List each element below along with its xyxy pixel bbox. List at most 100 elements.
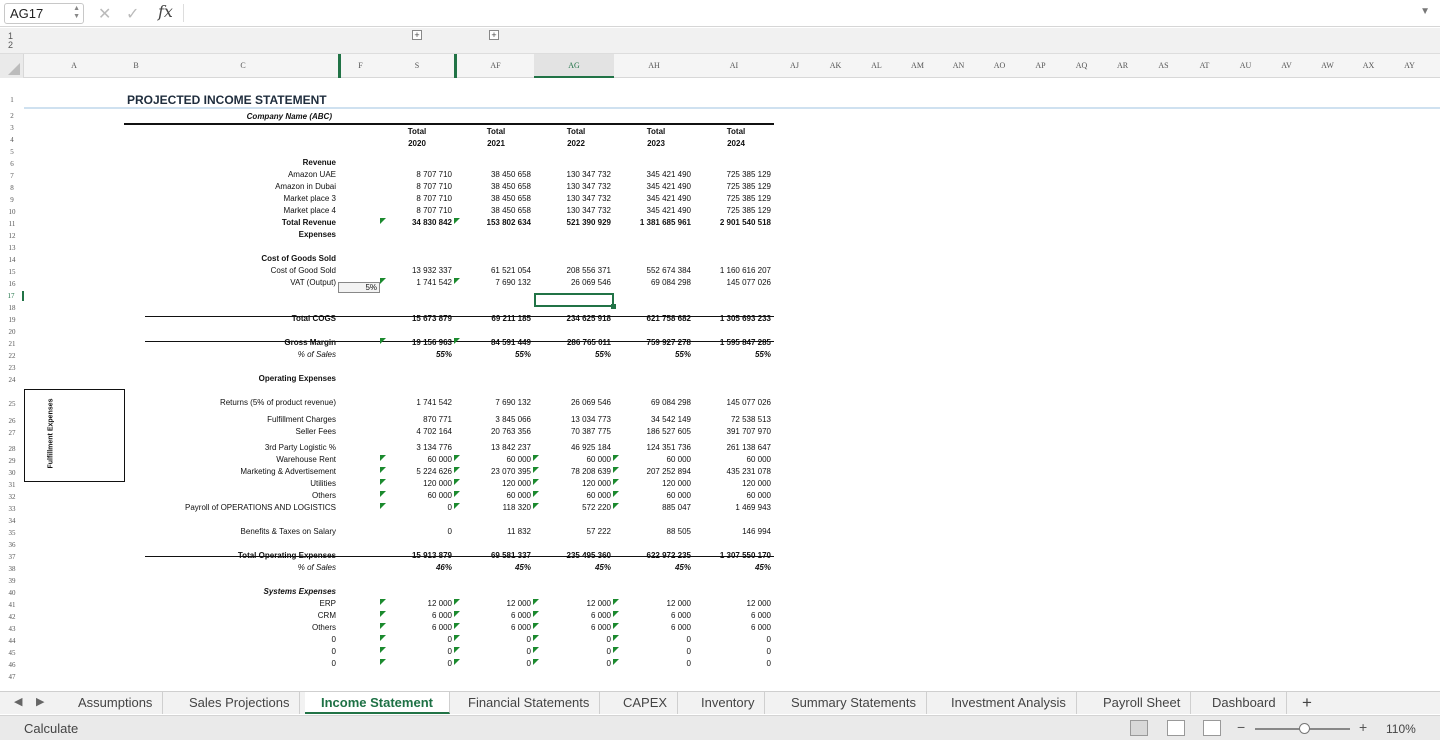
row-header[interactable]: 25 bbox=[0, 399, 24, 409]
value-cell[interactable]: 0 bbox=[376, 527, 452, 537]
value-cell[interactable]: 38 450 658 bbox=[455, 182, 531, 192]
row-header[interactable]: 19 bbox=[0, 315, 24, 325]
row-header[interactable]: 27 bbox=[0, 428, 24, 438]
value-cell[interactable]: 345 421 490 bbox=[615, 170, 692, 180]
row-header[interactable]: 30 bbox=[0, 468, 24, 478]
value-cell[interactable]: 45% bbox=[455, 563, 531, 573]
column-header[interactable]: AM bbox=[897, 54, 938, 78]
row-header[interactable]: 31 bbox=[0, 480, 24, 490]
error-indicator-icon[interactable] bbox=[380, 599, 386, 605]
error-indicator-icon[interactable] bbox=[613, 611, 619, 617]
error-indicator-icon[interactable] bbox=[380, 278, 386, 284]
value-cell[interactable]: 23 070 395 bbox=[455, 467, 531, 477]
error-indicator-icon[interactable] bbox=[380, 611, 386, 617]
value-cell[interactable]: 130 347 732 bbox=[535, 206, 612, 216]
column-header[interactable]: C bbox=[148, 54, 338, 78]
value-cell[interactable]: 1 305 693 233 bbox=[695, 314, 771, 324]
error-indicator-icon[interactable] bbox=[613, 659, 619, 665]
value-cell[interactable]: 235 495 360 bbox=[535, 551, 612, 561]
value-cell[interactable]: 725 385 129 bbox=[695, 182, 772, 192]
row-header[interactable]: 33 bbox=[0, 504, 24, 514]
column-header[interactable]: AI bbox=[694, 54, 774, 78]
row-header[interactable]: 3 bbox=[0, 123, 24, 133]
value-cell[interactable]: 145 077 026 bbox=[695, 278, 772, 288]
value-cell[interactable]: 621 758 682 bbox=[615, 314, 692, 324]
row-header[interactable]: 14 bbox=[0, 255, 24, 265]
error-indicator-icon[interactable] bbox=[533, 599, 539, 605]
expand-group-icon[interactable]: + bbox=[412, 30, 422, 40]
value-cell[interactable]: 6 000 bbox=[615, 623, 691, 633]
column-header[interactable]: AL bbox=[856, 54, 897, 78]
value-cell[interactable]: 11 832 bbox=[455, 527, 531, 537]
page-break-preview-icon[interactable] bbox=[1203, 720, 1221, 736]
row-header[interactable]: 8 bbox=[0, 183, 24, 193]
value-cell[interactable]: 1 381 685 961 bbox=[615, 218, 691, 228]
row-header[interactable]: 18 bbox=[0, 303, 24, 313]
row-header[interactable]: 28 bbox=[0, 444, 24, 454]
value-cell[interactable]: 6 000 bbox=[455, 623, 531, 633]
row-header[interactable]: 43 bbox=[0, 624, 24, 634]
error-indicator-icon[interactable] bbox=[533, 659, 539, 665]
row-header[interactable]: 44 bbox=[0, 636, 24, 646]
row-header[interactable]: 32 bbox=[0, 492, 24, 502]
value-cell[interactable]: 12 000 bbox=[376, 599, 452, 609]
value-cell[interactable]: 69 084 298 bbox=[615, 398, 691, 408]
value-cell[interactable]: 60 000 bbox=[376, 491, 452, 501]
value-cell[interactable]: 6 000 bbox=[695, 623, 771, 633]
column-header[interactable]: AW bbox=[1307, 54, 1348, 78]
value-cell[interactable]: 72 538 513 bbox=[695, 415, 771, 425]
value-cell[interactable]: 0 bbox=[455, 659, 531, 669]
value-cell[interactable]: 1 160 616 207 bbox=[695, 266, 771, 276]
value-cell[interactable]: 345 421 490 bbox=[615, 194, 692, 204]
value-cell[interactable]: 1 595 847 285 bbox=[695, 338, 771, 348]
error-indicator-icon[interactable] bbox=[613, 647, 619, 653]
error-indicator-icon[interactable] bbox=[613, 635, 619, 641]
error-indicator-icon[interactable] bbox=[533, 647, 539, 653]
row-header[interactable]: 24 bbox=[0, 375, 24, 385]
tab-investment-analysis[interactable]: Investment Analysis bbox=[941, 692, 1077, 714]
calculate-status[interactable]: Calculate bbox=[24, 721, 78, 736]
value-cell[interactable]: 0 bbox=[535, 635, 611, 645]
outline-level-2-button[interactable]: 2 bbox=[8, 41, 13, 50]
value-cell[interactable]: 60 000 bbox=[695, 491, 771, 501]
error-indicator-icon[interactable] bbox=[533, 455, 539, 461]
value-cell[interactable]: 120 000 bbox=[376, 479, 452, 489]
error-indicator-icon[interactable] bbox=[533, 491, 539, 497]
value-cell[interactable]: 26 069 546 bbox=[535, 278, 611, 288]
fill-handle[interactable] bbox=[611, 304, 616, 309]
error-indicator-icon[interactable] bbox=[613, 479, 619, 485]
row-header[interactable]: 40 bbox=[0, 588, 24, 598]
tab-capex[interactable]: CAPEX bbox=[613, 692, 679, 714]
error-indicator-icon[interactable] bbox=[454, 338, 460, 344]
value-cell[interactable]: 5 224 626 bbox=[376, 467, 452, 477]
row-header[interactable]: 29 bbox=[0, 456, 24, 466]
row-header[interactable]: 26 bbox=[0, 416, 24, 426]
value-cell[interactable]: 870 771 bbox=[376, 415, 452, 425]
value-cell[interactable]: 46 925 184 bbox=[535, 443, 611, 453]
value-cell[interactable]: 1 469 943 bbox=[695, 503, 771, 513]
column-header[interactable]: B bbox=[124, 54, 148, 78]
row-header[interactable]: 1 bbox=[0, 95, 24, 105]
value-cell[interactable]: 69 581 337 bbox=[455, 551, 531, 561]
error-indicator-icon[interactable] bbox=[613, 455, 619, 461]
value-cell[interactable]: 15 673 879 bbox=[376, 314, 452, 324]
value-cell[interactable]: 7 690 132 bbox=[455, 398, 531, 408]
column-header[interactable]: AP bbox=[1020, 54, 1061, 78]
value-cell[interactable]: 6 000 bbox=[615, 611, 691, 621]
error-indicator-icon[interactable] bbox=[380, 338, 386, 344]
error-indicator-icon[interactable] bbox=[380, 659, 386, 665]
value-cell[interactable]: 84 591 449 bbox=[455, 338, 531, 348]
row-header[interactable]: 42 bbox=[0, 612, 24, 622]
row-header[interactable]: 5 bbox=[0, 147, 24, 157]
value-cell[interactable]: 26 069 546 bbox=[535, 398, 611, 408]
value-cell[interactable]: 0 bbox=[376, 659, 452, 669]
error-indicator-icon[interactable] bbox=[454, 635, 460, 641]
value-cell[interactable]: 45% bbox=[535, 563, 611, 573]
value-cell[interactable]: 3 134 776 bbox=[376, 443, 452, 453]
row-header[interactable]: 6 bbox=[0, 159, 24, 169]
value-cell[interactable]: 55% bbox=[455, 350, 531, 360]
row-header[interactable]: 39 bbox=[0, 576, 24, 586]
value-cell[interactable]: 622 972 235 bbox=[615, 551, 692, 561]
scroll-tabs-left-icon[interactable]: ◀ bbox=[14, 695, 22, 708]
enter-check-icon[interactable]: ✓ bbox=[126, 4, 139, 24]
